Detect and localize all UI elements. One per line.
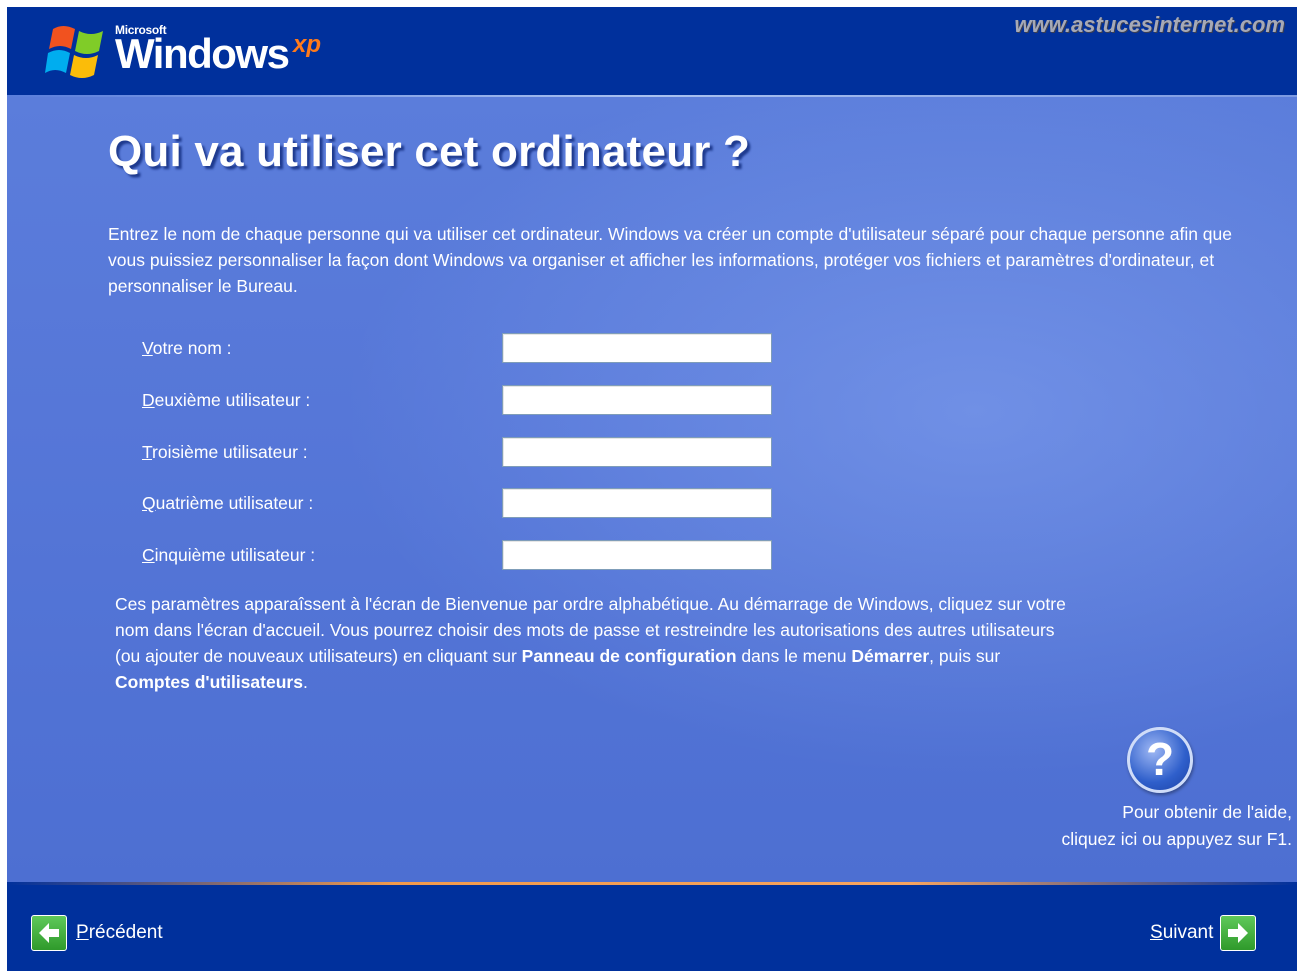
third-user-input[interactable] [502,437,772,467]
intro-text: Entrez le nom de chaque personne qui va … [108,224,1233,296]
back-button[interactable]: Précédent [31,915,181,953]
windows-xp-logo: Microsoft Windows xp [45,19,365,83]
user-accounts-text: Comptes d'utilisateurs [115,672,303,692]
control-panel-text: Panneau de configuration [521,646,737,666]
user-field-row-3: Troisième utilisateur : [142,437,782,471]
user-field-label-3: Troisième utilisateur : [142,442,308,462]
help-text[interactable]: Pour obtenir de l'aide, cliquez ici ou a… [1027,799,1292,853]
second-user-input[interactable] [502,385,772,415]
user-field-row-5: Cinquième utilisateur : [142,540,782,574]
user-field-row-1: Votre nom : [142,333,782,367]
logo-windows-text: Windows [115,30,290,77]
help-link[interactable]: ? Pour obtenir de l'aide, cliquez ici ou… [1027,727,1297,857]
back-button-label[interactable]: Précédent [76,922,163,944]
help-question-icon[interactable]: ? [1127,727,1193,793]
your-name-input[interactable] [502,333,772,363]
setup-window: Microsoft Windows xp www.astucesinternet… [7,7,1297,971]
windows-flag-icon [45,26,103,78]
header: Microsoft Windows xp www.astucesinternet… [7,7,1297,95]
user-field-row-2: Deuxième utilisateur : [142,385,782,419]
user-field-label-1: Votre nom : [142,338,232,358]
site-watermark: www.astucesinternet.com [1014,12,1285,37]
next-button[interactable]: Suivant [1147,915,1267,953]
arrow-right-icon[interactable] [1220,915,1256,951]
start-menu-text: Démarrer [851,646,930,666]
user-field-label-5: Cinquième utilisateur : [142,545,316,565]
user-field-label-4: Quatrième utilisateur : [142,493,314,513]
footer-divider [7,882,1297,885]
page-title: Qui va utiliser cet ordinateur ? [108,127,751,176]
logo-xp-text: xp [293,31,322,58]
user-field-row-4: Quatrième utilisateur : [142,488,782,522]
arrow-left-icon[interactable] [31,915,67,951]
user-field-label-2: Deuxième utilisateur : [142,390,311,410]
fifth-user-input[interactable] [502,540,772,570]
fourth-user-input[interactable] [502,488,772,518]
footer-bar: Précédent Suivant [7,882,1297,971]
settings-note: Ces paramètres apparaîssent à l'écran de… [115,594,1066,692]
main-panel: Qui va utiliser cet ordinateur ? Entrez … [7,97,1297,882]
next-button-label[interactable]: Suivant [1150,922,1213,944]
